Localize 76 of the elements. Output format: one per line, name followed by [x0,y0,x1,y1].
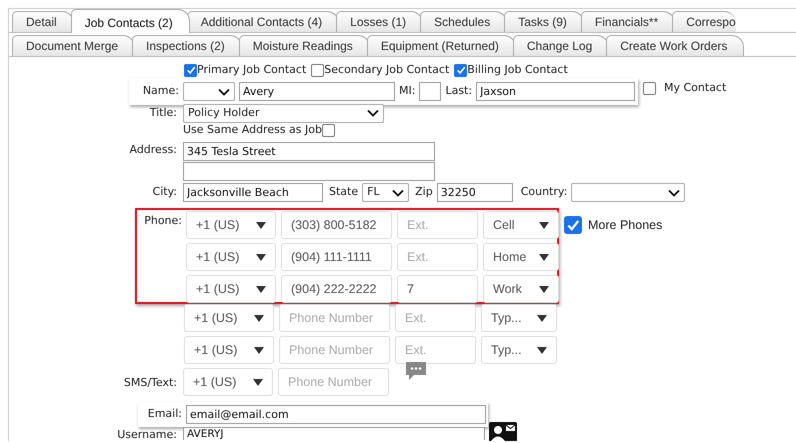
field-label: Phone: [143,213,182,229]
country-select[interactable]: +1 (US) [184,304,274,332]
chevron-icon [668,188,680,196]
field-label: Title: [148,104,178,121]
caret-icon [253,378,263,386]
field-label: Address: [128,142,178,158]
field-label: MI: [399,83,416,100]
phone-type-select[interactable]: Typ... [481,336,557,364]
checkbox[interactable] [643,82,656,95]
phone-number-field[interactable]: (904) 222-2222 [281,275,392,303]
caret-icon [537,346,547,354]
caret-icon [539,222,549,228]
checkbox[interactable] [184,64,197,76]
caret-icon [256,254,266,260]
field-label: Email: [146,406,182,422]
message-icon[interactable] [405,361,427,381]
field-label: City: [152,184,178,200]
middle-initial-field[interactable] [419,82,442,101]
chevron-icon [367,109,379,117]
checkbox-label: My Contact [664,80,726,96]
phone-number-field[interactable]: (904) 111-1111 [281,243,392,271]
checkbox-label: Secondary Job Contact [324,62,450,78]
phone-type-select[interactable]: Work [483,275,559,303]
country-select[interactable]: +1 (US) [186,243,276,271]
checkbox[interactable] [311,64,324,76]
field-label: Country: [520,184,568,200]
checkbox[interactable] [322,124,335,137]
caret-icon [256,286,266,292]
extension-field[interactable]: 7 [397,275,478,303]
first-name-field[interactable]: Avery [239,82,395,101]
field-label: Username: [116,427,178,441]
caret-icon [254,346,264,354]
contact-card-icon[interactable] [489,422,517,441]
country-select[interactable]: +1 (US) [186,211,276,239]
tab[interactable]: Create Work Orders [606,35,744,56]
field-label: Name: [142,83,179,100]
phone-type-select[interactable]: Cell [483,211,559,239]
address-field[interactable] [183,162,435,181]
tab[interactable]: Equipment (Returned) [366,35,516,56]
caret-icon [256,222,266,228]
country-select[interactable]: +1 (US) [184,336,274,364]
email-field[interactable]: email@email.com [186,405,486,424]
country-select[interactable] [571,183,686,202]
address-field[interactable]: 345 Tesla Street [183,142,435,161]
checkbox-label: Use Same Address as Job [183,122,322,138]
username-field[interactable]: AVERYJ [183,427,485,440]
tab[interactable]: Correspo [672,11,736,32]
country-select[interactable]: +1 (US) [186,275,276,303]
caret-icon [537,314,547,322]
tab[interactable]: Job Contacts (2) [70,9,190,33]
tab[interactable]: Inspections (2) [132,35,242,56]
chevron-icon [218,88,230,96]
tab[interactable]: Tasks (9) [504,11,584,32]
checkbox-label: More Phones [588,217,662,234]
tab[interactable]: Moisture Readings [238,35,370,56]
caret-icon [539,286,549,292]
state-select[interactable]: FL [362,183,410,202]
phone-type-select[interactable]: Home [483,243,559,271]
phone-number-field[interactable]: (303) 800-5182 [281,211,392,239]
prefix-select[interactable] [183,82,235,101]
field-label: State [329,184,358,200]
field-label: Last: [445,83,472,100]
checkbox[interactable] [564,216,582,234]
tab[interactable]: Detail [12,11,74,32]
field-label: Zip [415,184,433,200]
zip-field[interactable]: 32250 [436,183,513,202]
caret-icon [539,254,549,260]
phone-type-select[interactable]: Typ... [481,304,557,332]
chevron-icon [392,188,404,196]
title-select[interactable]: Policy Holder [183,104,384,122]
checkbox[interactable] [454,64,468,76]
field-label: SMS/Text: [122,375,178,391]
checkbox-label: Primary Job Contact [197,62,306,78]
checkbox-label: Billing Job Contact [467,62,568,78]
country-select[interactable]: +1 (US) [183,368,273,396]
caret-icon [254,314,264,322]
